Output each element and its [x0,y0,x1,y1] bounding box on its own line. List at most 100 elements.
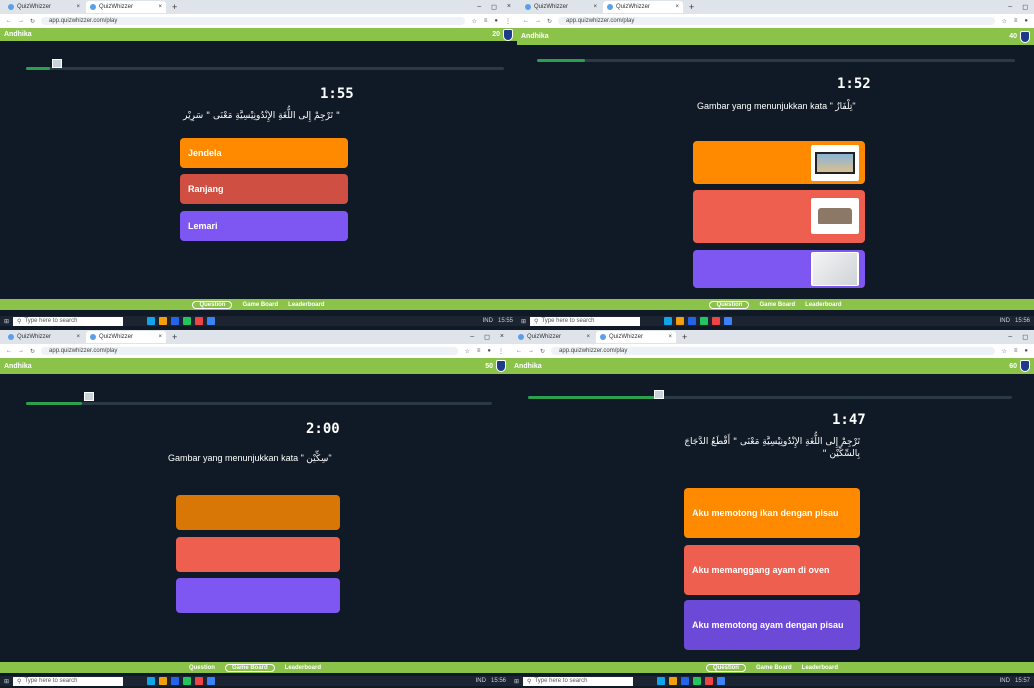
profile-avatar-icon[interactable]: ● [487,348,491,355]
app-icon[interactable] [664,317,673,325]
back-icon[interactable]: ← [516,348,522,354]
answer-option-2[interactable]: Aku memanggang ayam di oven [684,545,860,595]
back-icon[interactable]: ← [6,348,12,354]
answer-option-3[interactable] [693,250,865,288]
close-tab-icon[interactable]: × [675,4,679,10]
minimize-button[interactable]: – [1008,3,1012,11]
answer-option-1[interactable] [176,495,340,530]
app-icon[interactable] [688,317,697,325]
minimize-button[interactable]: – [470,333,474,341]
nav-leaderboard-button[interactable]: Leaderboard [802,665,838,671]
nav-question-button[interactable]: Question [192,300,233,309]
maximize-button[interactable]: ◻ [484,333,490,341]
answer-option-3[interactable]: Aku memotong ayam dengan pisau [684,600,860,650]
forward-icon[interactable]: → [535,18,541,24]
clock[interactable]: 15:56 [491,678,506,684]
profile-avatar-icon[interactable]: ● [494,18,498,25]
back-icon[interactable]: ← [523,18,529,24]
browser-tab-active[interactable]: QuizWhizzer × [603,1,683,13]
app-icon[interactable] [195,317,204,325]
windows-start-icon[interactable]: ⊞ [514,678,519,685]
new-tab-button[interactable]: + [678,332,691,342]
clock[interactable]: 15:56 [1015,318,1030,324]
extensions-icon[interactable]: ≡ [1014,348,1018,355]
taskbar-search-input[interactable]: ⚲ Type here to search [13,676,124,686]
app-icon[interactable] [183,317,192,325]
answer-option-2[interactable]: Ranjang [180,174,348,204]
taskbar-search-input[interactable]: ⚲ Type here to search [530,316,641,326]
url-field[interactable]: app.quizwhizzer.com/play [551,347,996,355]
answer-option-1[interactable]: Jendela [180,138,348,168]
close-tab-icon[interactable]: × [76,334,80,340]
nav-game-board-button[interactable]: Game Board [224,663,275,672]
browser-tab[interactable]: QuizWhizzer × [4,331,84,343]
taskbar-search-input[interactable]: ⚲ Type here to search [523,676,634,686]
nav-question-button[interactable]: Question [705,663,746,672]
browser-tab[interactable]: QuizWhizzer × [4,1,84,13]
answer-option-2[interactable] [693,190,865,243]
browser-tab[interactable]: QuizWhizzer × [514,331,594,343]
app-icon[interactable] [681,677,690,685]
new-tab-button[interactable]: + [685,2,698,12]
minimize-button[interactable]: – [477,3,481,11]
app-icon[interactable] [712,317,721,325]
new-tab-button[interactable]: + [168,2,181,12]
app-icon[interactable] [195,677,204,685]
back-icon[interactable]: ← [6,18,12,24]
new-tab-button[interactable]: + [168,332,181,342]
app-icon[interactable] [171,317,180,325]
clock[interactable]: 15:57 [1015,678,1030,684]
bookmark-star-icon[interactable]: ☆ [1001,348,1006,355]
reload-icon[interactable]: ↻ [30,18,35,25]
menu-icon[interactable]: ⋮ [498,348,504,355]
answer-option-2[interactable] [176,537,340,572]
app-icon[interactable] [207,317,216,325]
language-indicator[interactable]: IND [1000,318,1010,324]
extensions-icon[interactable]: ≡ [484,18,488,25]
close-tab-icon[interactable]: × [668,334,672,340]
forward-icon[interactable]: → [18,348,24,354]
browser-tab-active[interactable]: QuizWhizzer × [596,331,676,343]
app-icon[interactable] [669,677,678,685]
url-field[interactable]: app.quizwhizzer.com/play [41,17,466,25]
app-icon[interactable] [159,677,168,685]
reload-icon[interactable]: ↻ [540,348,545,355]
window-close-button[interactable]: × [507,3,511,11]
answer-option-1[interactable] [693,141,865,184]
windows-start-icon[interactable]: ⊞ [4,318,9,325]
menu-icon[interactable]: ⋮ [505,18,511,25]
app-icon[interactable] [207,677,216,685]
nav-leaderboard-button[interactable]: Leaderboard [805,302,841,308]
extensions-icon[interactable]: ≡ [1014,18,1018,25]
bookmark-star-icon[interactable]: ☆ [1001,18,1006,25]
close-tab-icon[interactable]: × [158,334,162,340]
answer-option-3[interactable] [176,578,340,613]
close-tab-icon[interactable]: × [158,4,162,10]
app-icon[interactable] [693,677,702,685]
app-icon[interactable] [705,677,714,685]
reload-icon[interactable]: ↻ [547,18,552,25]
taskbar-search-input[interactable]: ⚲ Type here to search [13,316,124,326]
maximize-button[interactable]: ◻ [1022,333,1028,341]
forward-icon[interactable]: → [18,18,24,24]
app-icon[interactable] [724,317,733,325]
clock[interactable]: 15:55 [498,318,513,324]
profile-avatar-icon[interactable]: ● [1024,18,1028,25]
window-close-button[interactable]: × [500,333,504,341]
url-field[interactable]: app.quizwhizzer.com/play [41,347,459,355]
bookmark-star-icon[interactable]: ☆ [471,18,476,25]
nav-game-board-button[interactable]: Game Board [759,302,795,308]
profile-avatar-icon[interactable]: ● [1024,348,1028,355]
language-indicator[interactable]: IND [483,318,493,324]
nav-question-button[interactable]: Question [189,665,215,671]
forward-icon[interactable]: → [528,348,534,354]
answer-option-3[interactable]: Lemari [180,211,348,241]
maximize-button[interactable]: ◻ [1022,3,1028,11]
answer-option-1[interactable]: Aku memotong ikan dengan pisau [684,488,860,538]
nav-game-board-button[interactable]: Game Board [242,302,278,308]
language-indicator[interactable]: IND [1000,678,1010,684]
nav-game-board-button[interactable]: Game Board [756,665,792,671]
app-icon[interactable] [676,317,685,325]
maximize-button[interactable]: ◻ [491,3,497,11]
browser-tab-active[interactable]: QuizWhizzer × [86,331,166,343]
